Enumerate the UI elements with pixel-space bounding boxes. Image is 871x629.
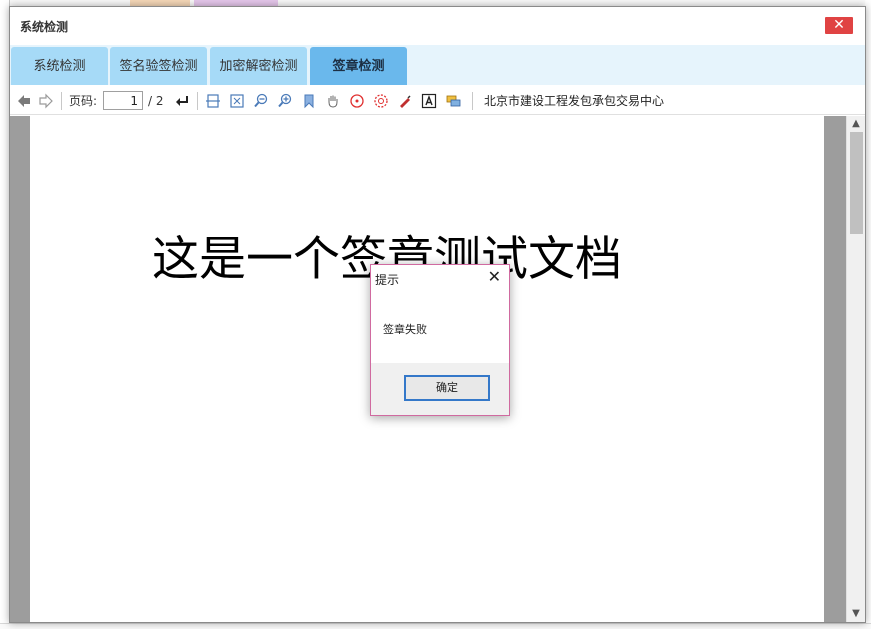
tab-signature-check[interactable]: 签章检测 bbox=[310, 47, 407, 85]
fit-page-icon[interactable] bbox=[229, 93, 245, 109]
alert-close-icon[interactable]: ✕ bbox=[488, 268, 501, 286]
text-annotation-icon[interactable] bbox=[421, 93, 437, 109]
tab-system-check[interactable]: 系统检测 bbox=[11, 47, 108, 85]
background-status-bar bbox=[0, 623, 871, 629]
handwriting-pen-icon[interactable] bbox=[397, 93, 413, 109]
alert-footer: 确定 bbox=[371, 363, 509, 415]
seal-stamp-icon[interactable] bbox=[349, 93, 365, 109]
fit-width-icon[interactable] bbox=[205, 93, 221, 109]
forward-arrow-icon[interactable] bbox=[38, 93, 54, 109]
window-title: 系统检测 bbox=[20, 20, 69, 34]
page-label: 页码: bbox=[69, 94, 98, 108]
bookmark-icon[interactable] bbox=[301, 93, 317, 109]
alert-title: 提示 bbox=[375, 273, 400, 287]
close-button[interactable]: ✕ bbox=[825, 17, 853, 34]
zoom-in-icon[interactable] bbox=[277, 93, 293, 109]
zoom-out-icon[interactable] bbox=[253, 93, 269, 109]
organization-name: 北京市建设工程发包承包交易中心 bbox=[484, 94, 665, 108]
multi-seal-icon[interactable] bbox=[373, 93, 389, 109]
scroll-up-icon[interactable]: ▲ bbox=[850, 118, 862, 130]
tab-bar: 系统检测 签名验签检测 加密解密检测 签章检测 bbox=[10, 45, 865, 85]
pdf-toolbar: 页码: / 2 北京市建设工程发包承包交易中心 bbox=[10, 87, 865, 115]
scroll-down-icon[interactable]: ▼ bbox=[850, 608, 862, 620]
toolbar-separator bbox=[472, 92, 473, 110]
hand-tool-icon[interactable] bbox=[325, 93, 341, 109]
vertical-scrollbar[interactable]: ▲ ▼ bbox=[846, 116, 865, 622]
page-number-input[interactable] bbox=[103, 91, 143, 110]
alert-dialog: 提示 ✕ 签章失败 确定 bbox=[370, 264, 510, 416]
tab-encrypt-decrypt-check[interactable]: 加密解密检测 bbox=[210, 47, 307, 85]
ok-button[interactable]: 确定 bbox=[404, 375, 490, 401]
tab-sign-verify-check[interactable]: 签名验签检测 bbox=[110, 47, 207, 85]
page-total: / 2 bbox=[148, 94, 164, 108]
comment-icon[interactable] bbox=[445, 93, 461, 109]
toolbar-separator bbox=[197, 92, 198, 110]
enter-return-icon[interactable] bbox=[174, 93, 190, 109]
alert-message: 签章失败 bbox=[383, 323, 427, 336]
scrollbar-thumb[interactable] bbox=[850, 132, 863, 234]
back-arrow-icon[interactable] bbox=[16, 93, 32, 109]
toolbar-separator bbox=[61, 92, 62, 110]
title-bar: 系统检测 ✕ bbox=[10, 7, 865, 45]
